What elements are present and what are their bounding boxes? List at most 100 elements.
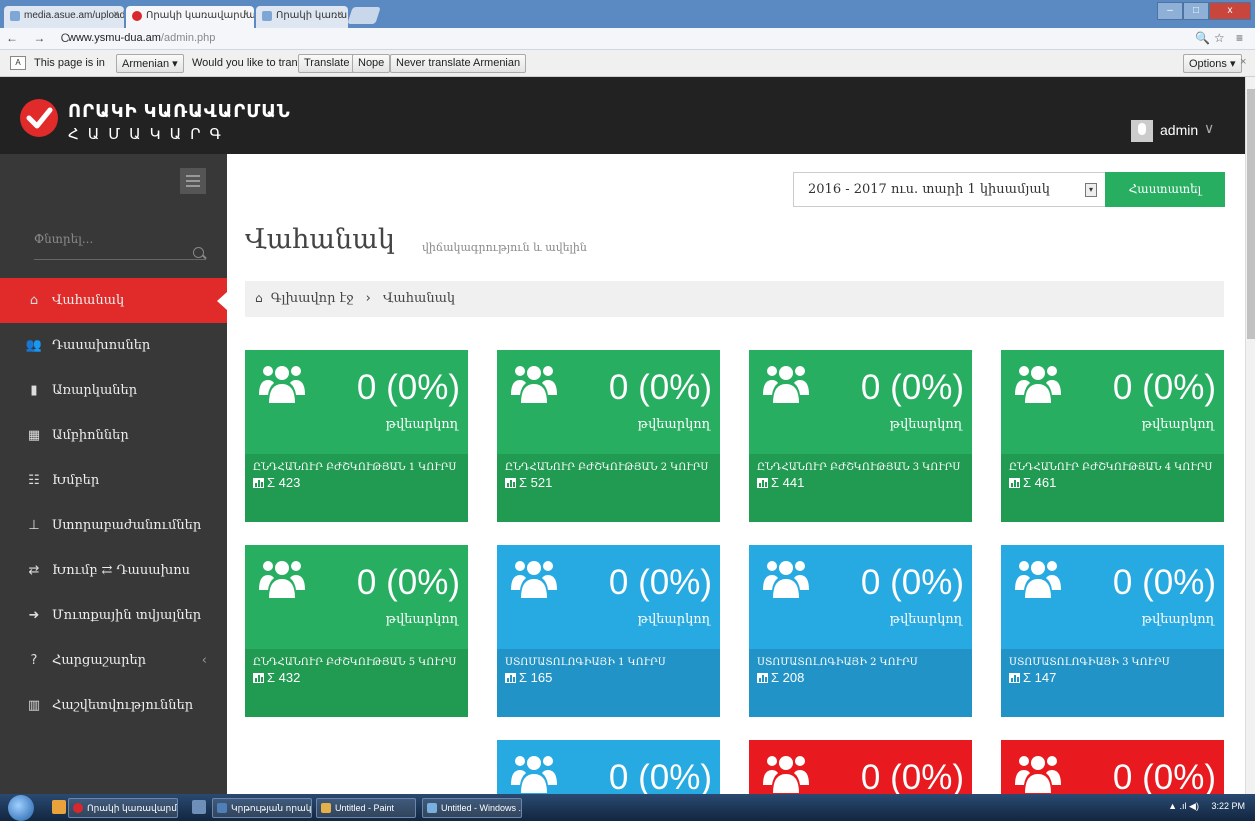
browser-tab-active[interactable]: Որակի կառավարման հ × bbox=[126, 6, 254, 28]
home-icon: ⌂ bbox=[29, 293, 39, 308]
translate-button[interactable]: Translate bbox=[298, 54, 356, 73]
sidebar-item-label: Ստորաբաժանումներ bbox=[52, 518, 202, 533]
translate-prefix: This page is in bbox=[34, 57, 105, 69]
taskbar-app[interactable]: Որակի կառավարմ... bbox=[68, 798, 178, 818]
browser-tabstrip: media.asue.am/upload/g × Որակի կառավարմա… bbox=[0, 0, 1255, 28]
start-button[interactable] bbox=[8, 795, 34, 821]
stat-card[interactable]: 0 (0%)թվեարկող bbox=[1001, 740, 1224, 794]
tray-icons[interactable]: ▲ .ıl ◀) bbox=[1168, 801, 1199, 811]
users-icon bbox=[511, 557, 557, 602]
participation-percent: 0 (0%) bbox=[608, 368, 712, 407]
close-translate-icon[interactable]: × bbox=[1240, 56, 1246, 68]
voters-label: թվեարկող bbox=[385, 612, 458, 627]
sidebar-item-lecturers[interactable]: 👥 Դասախոսներ bbox=[0, 323, 227, 368]
stat-card[interactable]: 0 (0%) թվեարկող ՍՏՈՄԱՏՈԼՈԳԻԱՅԻ 1 ԿՈՒՐՍ Σ 16… bbox=[497, 545, 720, 717]
search-input[interactable] bbox=[34, 232, 184, 246]
semester-select[interactable]: 2016 - 2017 ուս. տարի 1 կիսամյակ ▾ bbox=[793, 172, 1106, 207]
bar-chart-icon bbox=[757, 477, 768, 488]
participation-percent: 0 (0%) bbox=[1112, 368, 1216, 407]
navigation-buttons[interactable]: ← → C bbox=[6, 31, 75, 45]
sidebar-item-label: Խմբեր bbox=[52, 473, 100, 488]
logo-check-icon bbox=[20, 99, 58, 137]
browser-tab[interactable]: Որակի կառավարման հ × bbox=[256, 6, 348, 28]
options-button[interactable]: Options ▾ bbox=[1183, 54, 1242, 73]
sidebar-item-reports[interactable]: ▥ Հաշվետվություններ bbox=[0, 683, 227, 728]
total-count: Σ 165 bbox=[505, 670, 712, 685]
taskbar-app[interactable]: Untitled - Paint bbox=[316, 798, 416, 818]
sidebar-item-questionnaires[interactable]: ? Հարցաշարեր ‹ bbox=[0, 638, 227, 683]
page-icon bbox=[262, 11, 272, 21]
browser-menu-icons[interactable]: 🔍☆ ≡ bbox=[1195, 31, 1247, 45]
taskbar-app[interactable]: Կրթության որակի ... bbox=[212, 798, 312, 818]
confirm-button[interactable]: Հաստատել bbox=[1105, 172, 1225, 207]
sidebar-item-groups[interactable]: ☷ Խմբեր bbox=[0, 458, 227, 503]
participation-percent: 0 (0%) bbox=[1112, 563, 1216, 602]
stat-card-footer: ՍՏՈՄԱՏՈԼՈԳԻԱՅԻ 1 ԿՈՒՐՍ Σ 165 bbox=[497, 649, 720, 717]
window-controls: – □ x bbox=[1157, 2, 1251, 20]
select-arrow-icon[interactable]: ▾ bbox=[1085, 183, 1097, 197]
nope-button[interactable]: Nope bbox=[352, 54, 391, 73]
browser-tab[interactable]: media.asue.am/upload/g × bbox=[4, 6, 124, 28]
bar-chart-icon bbox=[505, 672, 516, 683]
sidebar-item-subdivisions[interactable]: ⊥ Ստորաբաժանումներ bbox=[0, 503, 227, 548]
sidebar-item-subjects[interactable]: ▮ Առարկաներ bbox=[0, 368, 227, 413]
stat-card-body: 0 (0%) թվեարկող bbox=[245, 350, 468, 454]
stat-card[interactable]: 0 (0%) թվեարկող ՍՏՈՄԱՏՈԼՈԳԻԱՅԻ 2 ԿՈՒՐՍ Σ 20… bbox=[749, 545, 972, 717]
breadcrumb-home-link[interactable]: Գլխավոր էջ bbox=[271, 291, 354, 306]
users-icon bbox=[259, 362, 305, 407]
taskbar-app-label: Untitled - Windows ... bbox=[441, 803, 522, 813]
users-icon bbox=[511, 362, 557, 407]
total-value: Σ 208 bbox=[771, 670, 805, 685]
chevron-down-icon[interactable]: ∨ bbox=[1204, 120, 1214, 137]
language-dropdown[interactable]: Armenian ▾ bbox=[116, 54, 184, 73]
site-favicon-icon bbox=[132, 11, 142, 21]
users-icon bbox=[763, 557, 809, 602]
taskbar-app[interactable]: Untitled - Windows ... bbox=[422, 798, 522, 818]
tab-close-icon[interactable]: × bbox=[113, 9, 119, 20]
stat-card[interactable]: 0 (0%) թվեարկող ԸՆԴՀԱՆՈՒՐ ԲԺՇԿՈՒԹՅԱՆ 5 ԿՈՒ… bbox=[245, 545, 468, 717]
participation-percent: 0 (0%) bbox=[608, 758, 712, 794]
stat-card-footer: ԸՆԴՀԱՆՈՒՐ ԲԺՇԿՈՒԹՅԱՆ 4 ԿՈՒՐՍ Σ 461 bbox=[1001, 454, 1224, 522]
total-value: Σ 521 bbox=[519, 475, 553, 490]
taskbar-app-label: Կրթության որակի ... bbox=[231, 803, 312, 813]
sidebar-item-dashboard[interactable]: ⌂ Վահանակ bbox=[0, 278, 240, 323]
voters-label: թվեարկող bbox=[1141, 612, 1214, 627]
url-field[interactable]: www.ysmu-dua.am/admin.php bbox=[68, 32, 215, 44]
page-scrollbar[interactable] bbox=[1245, 77, 1255, 794]
stat-card-footer: ԸՆԴՀԱՆՈՒՐ ԲԺՇԿՈՒԹՅԱՆ 1 ԿՈՒՐՍ Σ 423 bbox=[245, 454, 468, 522]
stat-card[interactable]: 0 (0%) թվեարկող ՍՏՈՄԱՏՈԼՈԳԻԱՅԻ 3 ԿՈՒՐՍ Σ 14… bbox=[1001, 545, 1224, 717]
menu-toggle-button[interactable] bbox=[180, 168, 206, 194]
stat-card[interactable]: 0 (0%) թվեարկող ԸՆԴՀԱՆՈՒՐ ԲԺՇԿՈՒԹՅԱՆ 3 ԿՈՒ… bbox=[749, 350, 972, 522]
scroll-thumb[interactable] bbox=[1247, 89, 1255, 339]
stat-card[interactable]: 0 (0%) թվեարկող ԸՆԴՀԱՆՈՒՐ ԲԺՇԿՈՒԹՅԱՆ 4 ԿՈՒ… bbox=[1001, 350, 1224, 522]
stat-card[interactable]: 0 (0%)թվեարկող bbox=[497, 740, 720, 794]
maximize-button[interactable]: □ bbox=[1183, 2, 1209, 20]
stat-card-body: 0 (0%) թվեարկող bbox=[497, 545, 720, 649]
never-translate-button[interactable]: Never translate Armenian bbox=[390, 54, 527, 73]
voters-label: թվեարկող bbox=[1141, 417, 1214, 432]
user-menu[interactable]: admin bbox=[1160, 122, 1198, 138]
user-avatar[interactable] bbox=[1131, 120, 1153, 142]
stat-card[interactable]: 0 (0%)թվեարկող bbox=[749, 740, 972, 794]
sidebar-item-group-lecturer[interactable]: ⇄ Խումբ ⇄ Դասախոս bbox=[0, 548, 227, 593]
media-player-icon[interactable] bbox=[52, 800, 66, 814]
new-tab-button[interactable] bbox=[347, 7, 381, 24]
sidebar-item-departments[interactable]: ▦ Ամբիոններ bbox=[0, 413, 227, 458]
explorer-icon[interactable] bbox=[192, 800, 206, 814]
group-name: ՍՏՈՄԱՏՈԼՈԳԻԱՅԻ 1 ԿՈՒՐՍ bbox=[505, 657, 666, 668]
url-path: /admin.php bbox=[160, 32, 216, 44]
participation-percent: 0 (0%) bbox=[1112, 758, 1216, 794]
search-icon[interactable] bbox=[193, 247, 204, 258]
close-window-button[interactable]: x bbox=[1209, 2, 1251, 20]
stat-card[interactable]: 0 (0%) թվեարկող ԸՆԴՀԱՆՈՒՐ ԲԺՇԿՈՒԹՅԱՆ 2 ԿՈՒ… bbox=[497, 350, 720, 522]
group-name: ԸՆԴՀԱՆՈՒՐ ԲԺՇԿՈՒԹՅԱՆ 3 ԿՈՒՐՍ bbox=[757, 462, 961, 473]
tab-close-icon[interactable]: × bbox=[243, 9, 249, 20]
breadcrumb: ⌂ Գլխավոր էջ › Վահանակ bbox=[245, 281, 1224, 317]
stat-card[interactable]: 0 (0%) թվեարկող ԸՆԴՀԱՆՈՒՐ ԲԺՇԿՈՒԹՅԱՆ 1 ԿՈՒ… bbox=[245, 350, 468, 522]
users-icon bbox=[1015, 557, 1061, 602]
minimize-button[interactable]: – bbox=[1157, 2, 1183, 20]
tab-close-icon[interactable]: × bbox=[337, 9, 343, 20]
sidebar-item-input-data[interactable]: ➜ Մուտքային տվյալներ bbox=[0, 593, 227, 638]
total-count: Σ 147 bbox=[1009, 670, 1216, 685]
bar-chart-icon bbox=[253, 672, 264, 683]
